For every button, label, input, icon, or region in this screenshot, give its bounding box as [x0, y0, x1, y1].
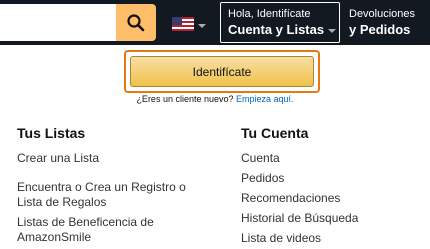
- your-account-section: Tu Cuenta Cuenta Pedidos Recomendaciones…: [241, 125, 421, 249]
- new-customer-text: ¿Eres un cliente nuevo? Empieza aquí.: [0, 94, 430, 105]
- account-item-account[interactable]: Cuenta: [241, 151, 421, 166]
- account-and-lists-button[interactable]: Hola, Identifícate Cuenta y Listas: [220, 2, 340, 43]
- account-greeting: Hola, Identifícate: [228, 8, 311, 20]
- returns-label: Devoluciones: [349, 8, 416, 20]
- account-item-orders[interactable]: Pedidos: [241, 171, 421, 186]
- list-item-create-list[interactable]: Crear una Lista: [17, 151, 217, 166]
- orders-label: y Pedidos: [349, 22, 411, 37]
- returns-and-orders-link[interactable]: Devoluciones y Pedidos: [349, 8, 415, 38]
- top-navbar: Hola, Identifícate Cuenta y Listas Devol…: [0, 0, 430, 45]
- start-here-link[interactable]: Empieza aquí.: [236, 94, 294, 104]
- us-flag-icon: [172, 17, 194, 31]
- account-main-text: Cuenta y Listas: [228, 22, 325, 37]
- list-item-gift-registry[interactable]: Encuentra o Crea un Registro o Lista de …: [17, 180, 187, 210]
- language-selector[interactable]: [172, 14, 206, 34]
- new-customer-prompt: ¿Eres un cliente nuevo?: [136, 94, 236, 104]
- search-button[interactable]: [116, 4, 156, 41]
- search-input[interactable]: [0, 4, 116, 41]
- chevron-down-icon: [198, 24, 206, 28]
- signin-button[interactable]: Identifícate: [130, 56, 314, 87]
- your-lists-section: Tus Listas Crear una Lista Encuentra o C…: [17, 125, 217, 245]
- search-icon: [127, 13, 145, 31]
- account-item-recommendations[interactable]: Recomendaciones: [241, 191, 421, 206]
- your-lists-title: Tus Listas: [17, 125, 86, 141]
- account-main-label: Cuenta y Listas: [228, 21, 339, 38]
- account-item-search-history[interactable]: Historial de Búsqueda: [241, 211, 421, 226]
- account-item-video-list[interactable]: Lista de videos: [241, 231, 421, 246]
- list-item-amazonsmile[interactable]: Listas de Beneficencia de AmazonSmile: [17, 215, 167, 245]
- list-divider: [17, 166, 217, 180]
- your-account-title: Tu Cuenta: [241, 125, 309, 141]
- chevron-down-icon: [328, 29, 337, 33]
